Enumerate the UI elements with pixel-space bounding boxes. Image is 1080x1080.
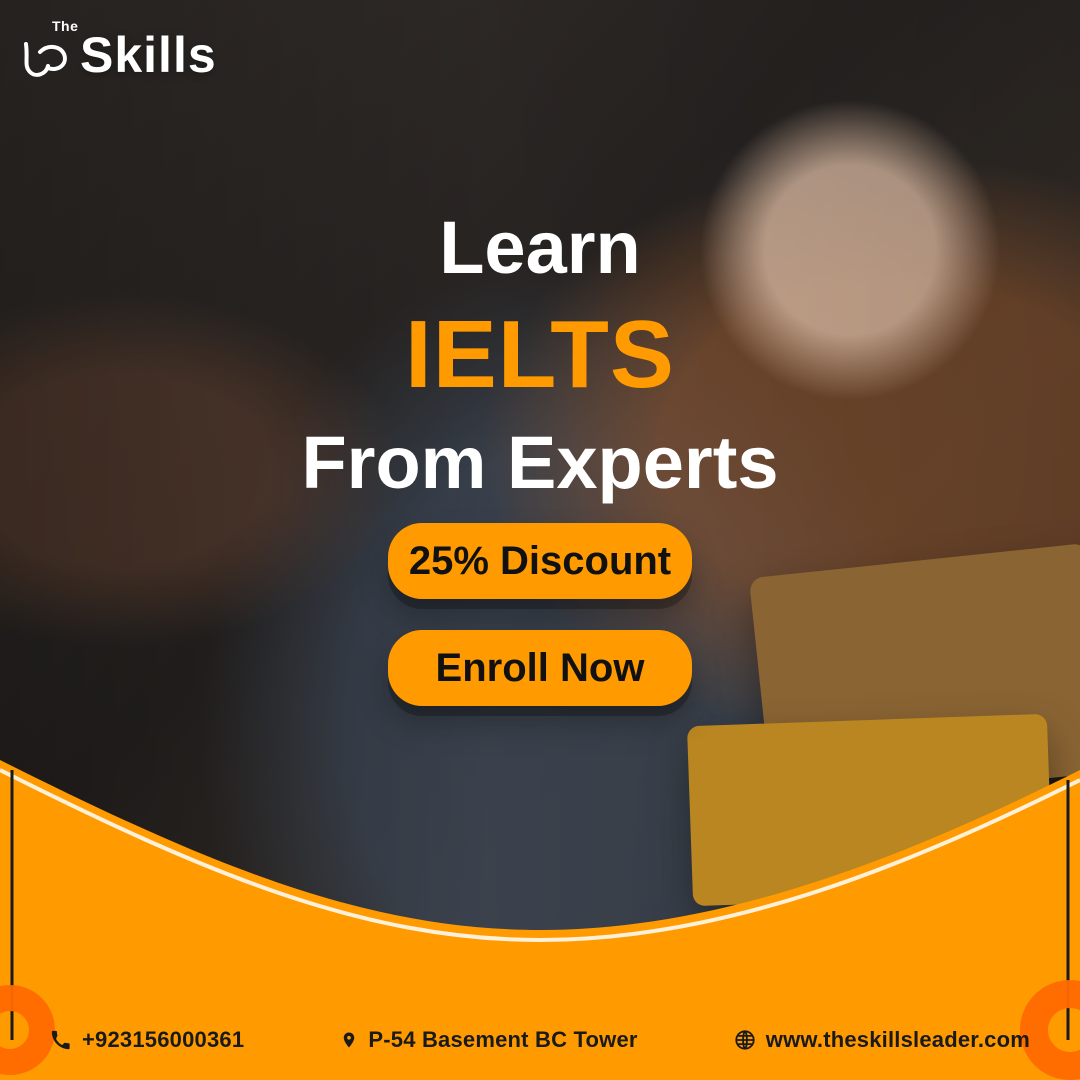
ad-canvas: The Skills Learn IELTS From Experts 25% … — [0, 0, 1080, 1080]
phone-contact[interactable]: +923156000361 — [50, 1027, 244, 1053]
address: P-54 Basement BC Tower — [340, 1027, 637, 1053]
map-pin-icon — [344, 1032, 355, 1048]
phone-number: +923156000361 — [82, 1027, 245, 1052]
phone-icon — [51, 1030, 70, 1050]
website-text: www.theskillsleader.com — [765, 1027, 1030, 1052]
website-link[interactable]: www.theskillsleader.com — [734, 1027, 1030, 1053]
globe-icon — [735, 1030, 755, 1050]
orange-wave — [0, 760, 1080, 1080]
contact-footer: +923156000361 P-54 Basement BC Tower www… — [0, 1000, 1080, 1080]
address-text: P-54 Basement BC Tower — [368, 1027, 638, 1052]
